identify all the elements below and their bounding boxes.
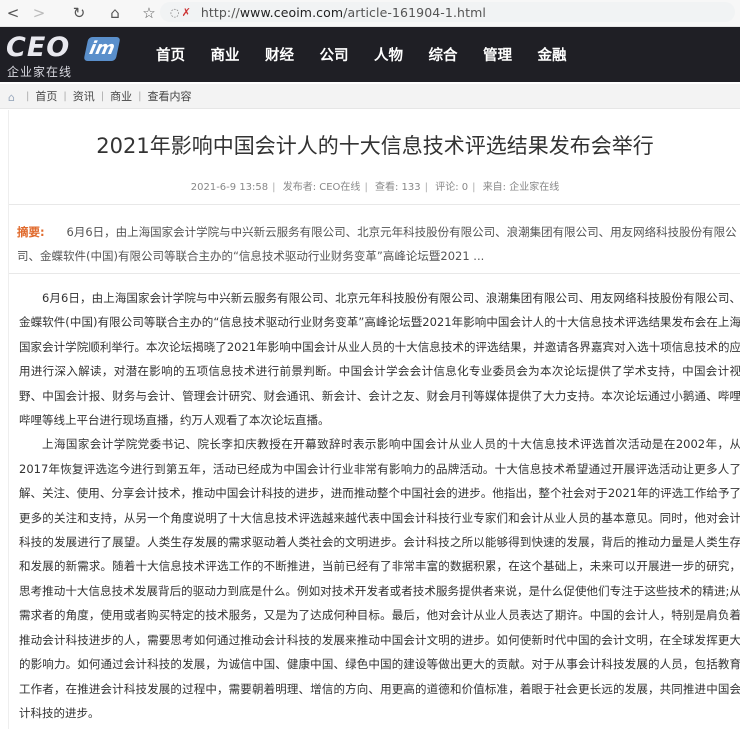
summary-label: 摘要: (17, 225, 45, 239)
url-path: /article-161904-1.html (343, 4, 486, 20)
article-title: 2021年影响中国会计人的十大信息技术评选结果发布会举行 (96, 134, 654, 158)
url-scheme: http:// (200, 4, 240, 20)
breadcrumb: ⌂ | 首页 | 资讯 | 商业 | 查看内容 (0, 84, 740, 109)
home-icon[interactable]: ⌂ (102, 0, 128, 26)
home-icon[interactable]: ⌂ (8, 91, 20, 104)
divider (9, 273, 740, 274)
publish-date: 2021-6-9 13:58 (190, 182, 269, 193)
reload-icon[interactable]: ↻ (66, 0, 92, 26)
nav-item-people[interactable]: 人物 (374, 44, 403, 65)
breadcrumb-business[interactable]: 商业 (110, 88, 132, 104)
article-paragraph: 6月6日，由上海国家会计学院与中兴新云服务有限公司、北京元年科技股份有限公司、浪… (19, 291, 740, 428)
nav-item-home[interactable]: 首页 (156, 44, 185, 65)
logo-subtitle: 企业家在线 (7, 65, 73, 79)
nav-item-banking[interactable]: 金融 (538, 44, 567, 65)
url-text[interactable]: http://www.ceoim.com/article-161904-1.ht… (201, 5, 486, 20)
breadcrumb-news[interactable]: 资讯 (73, 88, 95, 104)
view-count: 查看: 133 (375, 182, 421, 193)
site-info-icon[interactable]: ◌ (170, 6, 180, 19)
back-arrow-icon[interactable]: < (0, 0, 26, 26)
address-bar[interactable]: ◌ ✗ http://www.ceoim.com/article-161904-… (160, 2, 735, 22)
logo-text: CEO (6, 32, 71, 63)
browser-toolbar: < > ↻ ⌂ ☆ ◌ ✗ http://www.ceoim.com/artic… (0, 0, 740, 27)
comment-count[interactable]: 评论: 0 (435, 182, 468, 193)
article-container: 2021年影响中国会计人的十大信息技术评选结果发布会举行 2021-6-9 13… (8, 110, 740, 729)
forward-arrow-icon[interactable]: > (26, 0, 52, 26)
logo-badge: im (83, 37, 121, 61)
main-nav: 首页 商业 财经 公司 人物 综合 管理 金融 (156, 27, 592, 82)
nav-item-general[interactable]: 综合 (429, 44, 458, 65)
nav-item-company[interactable]: 公司 (320, 44, 349, 65)
breadcrumb-separator: | (100, 90, 105, 102)
breadcrumb-separator: | (138, 90, 142, 102)
breadcrumb-separator: | (63, 90, 67, 102)
url-host: www.ceoim.com (239, 4, 344, 20)
bookmark-star-icon[interactable]: ☆ (136, 0, 162, 26)
breadcrumb-home[interactable]: 首页 (35, 88, 57, 104)
breadcrumb-current: 查看内容 (147, 90, 192, 103)
site-header: CEO im 企业家在线 首页 商业 财经 公司 人物 综合 管理 金融 (0, 27, 740, 82)
article-body: 6月6日，由上海国家会计学院与中兴新云服务有限公司、北京元年科技股份有限公司、浪… (19, 286, 740, 725)
site-logo[interactable]: CEO im 企业家在线 (6, 32, 121, 79)
article-summary: 摘要: 6月6日，由上海国家会计学院与中兴新云服务有限公司、北京元年科技股份有限… (17, 220, 739, 268)
not-secure-icon: ✗ (181, 5, 191, 19)
article-meta: 2021-6-9 13:58 | 发布者: CEO在线 | 查看: 133 | 评论:… (190, 182, 560, 193)
divider (9, 204, 740, 205)
summary-text: 6月6日，由上海国家会计学院与中兴新云服务有限公司、北京元年科技股份有限公司、浪… (17, 225, 737, 263)
nav-item-business[interactable]: 商业 (211, 44, 240, 65)
breadcrumb-separator: | (26, 90, 30, 102)
publisher[interactable]: 发布者: CEO在线 (283, 182, 361, 193)
nav-item-finance[interactable]: 财经 (265, 44, 294, 65)
article-paragraph: 上海国家会计学院党委书记、院长李扣庆教授在开幕致辞时表示影响中国会计从业人员的十… (19, 437, 740, 720)
article-source: 来自: 企业家在线 (482, 182, 560, 193)
nav-item-management[interactable]: 管理 (483, 44, 512, 65)
